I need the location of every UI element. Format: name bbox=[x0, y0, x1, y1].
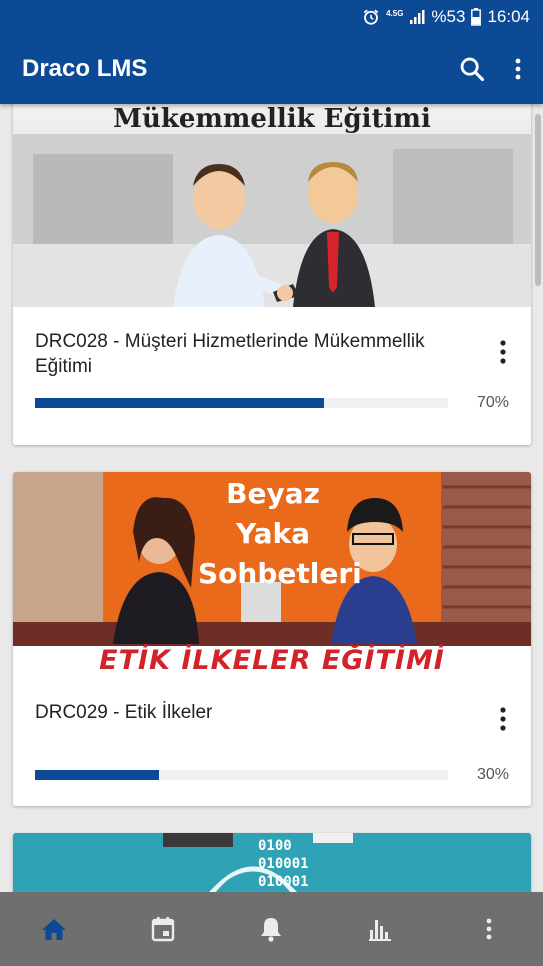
battery-icon bbox=[471, 8, 482, 26]
course-progress: 30% bbox=[35, 766, 509, 784]
progress-fill bbox=[35, 398, 325, 408]
signal-icon bbox=[409, 9, 425, 25]
course-card[interactable]: Beyaz Yaka Sohbetleri ETİK İLKELER EĞİTİ… bbox=[13, 472, 531, 806]
clock: 16:04 bbox=[487, 7, 530, 26]
nav-more[interactable] bbox=[459, 899, 519, 959]
progress-fill bbox=[35, 770, 159, 780]
course-image-caption: Mükemmellik Eğitimi bbox=[113, 104, 431, 134]
course-thumbnail[interactable]: Beyaz Yaka Sohbetleri ETİK İLKELER EĞİTİ… bbox=[13, 472, 531, 678]
calendar-icon bbox=[151, 917, 175, 942]
app-title: Draco LMS bbox=[22, 55, 148, 82]
nav-calendar[interactable] bbox=[133, 899, 193, 959]
alarm-icon bbox=[362, 8, 380, 26]
more-vert-icon bbox=[486, 918, 492, 940]
status-bar: 4.5G %53 16:04 bbox=[0, 0, 543, 34]
course-card[interactable]: 0100 010001 010001 bbox=[13, 833, 531, 892]
course-image-caption-top: Beyaz Yaka Sohbetleri bbox=[198, 477, 362, 590]
course-title[interactable]: DRC029 - Etik İlkeler bbox=[35, 700, 455, 725]
course-image-caption: 0100 010001 010001 bbox=[258, 838, 309, 890]
course-thumbnail[interactable]: 0100 010001 010001 bbox=[13, 833, 531, 892]
more-vert-icon bbox=[500, 707, 506, 731]
bottom-navigation bbox=[0, 892, 543, 966]
nav-notifications[interactable] bbox=[241, 899, 301, 959]
course-card-body: DRC029 - Etik İlkeler bbox=[13, 678, 531, 731]
search-button[interactable] bbox=[449, 46, 495, 92]
course-menu-button[interactable] bbox=[491, 337, 515, 367]
more-vert-icon bbox=[515, 58, 521, 80]
nav-home[interactable] bbox=[24, 899, 84, 959]
overflow-menu-button[interactable] bbox=[495, 46, 541, 92]
more-vert-icon bbox=[500, 340, 506, 364]
network-type-label: 4.5G bbox=[386, 8, 404, 18]
stats-icon bbox=[369, 920, 392, 941]
course-card-body: DRC028 - Müşteri Hizmetlerinde Mükemmell… bbox=[13, 307, 531, 379]
course-title[interactable]: DRC028 - Müşteri Hizmetlerinde Mükemmell… bbox=[35, 329, 455, 379]
progress-percent: 70% bbox=[476, 394, 509, 411]
progress-percent: 30% bbox=[476, 766, 509, 783]
scrollbar[interactable] bbox=[535, 114, 541, 286]
course-card[interactable]: Mükemmellik Eğitimi DRC028 - Müşteri Hiz… bbox=[13, 104, 531, 445]
course-image-caption-bottom: ETİK İLKELER EĞİTİMİ bbox=[99, 645, 445, 676]
progress-track bbox=[35, 770, 448, 780]
battery-percent: %53 bbox=[431, 7, 466, 26]
home-icon bbox=[42, 919, 67, 940]
course-progress: 70% bbox=[35, 394, 509, 412]
course-list[interactable]: Mükemmellik Eğitimi DRC028 - Müşteri Hiz… bbox=[0, 104, 543, 892]
course-menu-button[interactable] bbox=[491, 704, 515, 734]
search-icon bbox=[460, 57, 485, 82]
notifications-icon bbox=[261, 918, 282, 942]
progress-track bbox=[35, 398, 448, 408]
course-image-illustration bbox=[13, 134, 531, 307]
app-bar: Draco LMS bbox=[0, 34, 543, 104]
course-thumbnail[interactable]: Mükemmellik Eğitimi bbox=[13, 104, 531, 307]
nav-stats[interactable] bbox=[350, 899, 410, 959]
